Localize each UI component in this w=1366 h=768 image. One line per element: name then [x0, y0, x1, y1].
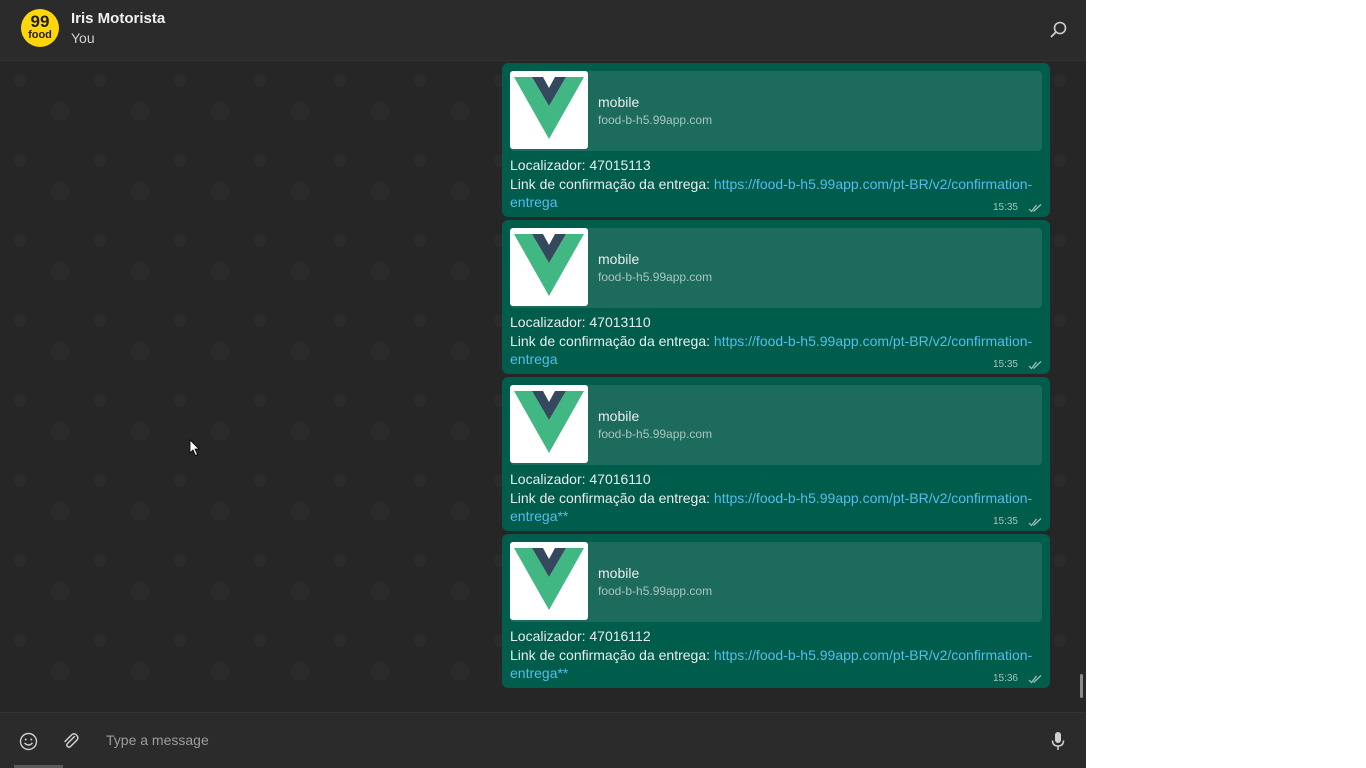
- mouse-cursor-icon: [189, 439, 200, 457]
- avatar[interactable]: 99 food: [21, 9, 59, 47]
- message-time: 15:35: [992, 359, 1018, 370]
- avatar-text-bottom: food: [28, 29, 52, 41]
- double-check-icon: [1028, 675, 1042, 684]
- preview-title: mobile: [598, 565, 640, 581]
- link-label: Link de confirmação da entrega:: [510, 175, 714, 192]
- locator-line: Localizador: 47013110: [510, 314, 651, 330]
- preview-thumbnail: [510, 228, 588, 306]
- chat-header: 99 food Iris Motorista You: [0, 0, 1086, 61]
- vue-logo-icon: [514, 391, 584, 453]
- double-check-icon: [1028, 204, 1042, 213]
- link-label: Link de confirmação da entrega:: [510, 332, 714, 349]
- message-list[interactable]: mobile food-b-h5.99app.com Localizador: …: [0, 61, 1086, 711]
- search-icon: [1050, 21, 1067, 38]
- locator-line: Localizador: 47015113: [510, 157, 651, 173]
- microphone-button[interactable]: [1050, 731, 1066, 751]
- paperclip-icon: [64, 733, 79, 748]
- locator-line: Localizador: 47016110: [510, 471, 651, 487]
- emoji-button[interactable]: [19, 732, 38, 751]
- link-preview[interactable]: mobile food-b-h5.99app.com: [510, 542, 1042, 622]
- message-time: 15:35: [992, 202, 1018, 213]
- preview-thumbnail: [510, 542, 588, 620]
- message-time: 15:35: [992, 516, 1018, 527]
- message-bubble[interactable]: mobile food-b-h5.99app.com Localizador: …: [502, 377, 1050, 531]
- vue-logo-icon: [514, 77, 584, 139]
- double-check-icon: [1028, 361, 1042, 370]
- double-check-icon: [1028, 518, 1042, 527]
- preview-title: mobile: [598, 408, 640, 424]
- contact-name[interactable]: Iris Motorista: [71, 10, 165, 27]
- link-label: Link de confirmação da entrega:: [510, 646, 714, 663]
- message-input[interactable]: [98, 725, 1034, 755]
- message-bubble[interactable]: mobile food-b-h5.99app.com Localizador: …: [502, 534, 1050, 688]
- message-bubble[interactable]: mobile food-b-h5.99app.com Localizador: …: [502, 220, 1050, 374]
- attach-button[interactable]: [62, 732, 80, 750]
- message-text: Localizador: 47016110 Link de confirmaçã…: [510, 470, 1042, 526]
- message-text: Localizador: 47015113 Link de confirmaçã…: [510, 156, 1042, 212]
- link-preview[interactable]: mobile food-b-h5.99app.com: [510, 385, 1042, 465]
- preview-host: food-b-h5.99app.com: [598, 584, 713, 598]
- link-preview[interactable]: mobile food-b-h5.99app.com: [510, 228, 1042, 308]
- message-bubble[interactable]: mobile food-b-h5.99app.com Localizador: …: [502, 63, 1050, 217]
- chat-app: 99 food Iris Motorista You mobile food-b…: [0, 0, 1086, 768]
- vue-logo-icon: [514, 548, 584, 610]
- link-label: Link de confirmação da entrega:: [510, 489, 714, 506]
- preview-host: food-b-h5.99app.com: [598, 427, 713, 441]
- locator-line: Localizador: 47016112: [510, 628, 651, 644]
- preview-title: mobile: [598, 94, 640, 110]
- preview-host: food-b-h5.99app.com: [598, 113, 713, 127]
- preview-title: mobile: [598, 251, 640, 267]
- message-text: Localizador: 47013110 Link de confirmaçã…: [510, 313, 1042, 369]
- composer-bar: [0, 712, 1086, 768]
- vue-logo-icon: [514, 234, 584, 296]
- preview-host: food-b-h5.99app.com: [598, 270, 713, 284]
- message-time: 15:36: [992, 673, 1018, 684]
- preview-thumbnail: [510, 385, 588, 463]
- microphone-icon: [1051, 732, 1065, 750]
- emoji-icon: [19, 732, 38, 751]
- message-text: Localizador: 47016112 Link de confirmaçã…: [510, 627, 1042, 683]
- preview-thumbnail: [510, 71, 588, 149]
- scrollbar-thumb[interactable]: [1080, 674, 1083, 698]
- contact-subtitle: You: [71, 30, 95, 46]
- avatar-text-top: 99: [30, 12, 50, 31]
- link-preview[interactable]: mobile food-b-h5.99app.com: [510, 71, 1042, 151]
- search-button[interactable]: [1048, 19, 1070, 41]
